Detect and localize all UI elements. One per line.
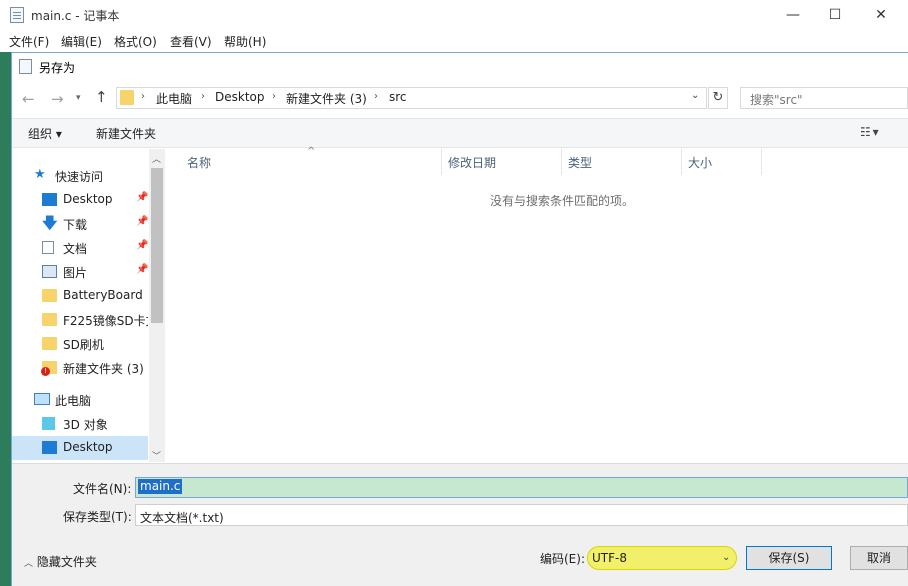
column-date-modified[interactable]: 修改日期	[448, 154, 496, 171]
notepad-icon	[10, 7, 24, 23]
folder-icon	[120, 90, 134, 105]
minimize-button[interactable]: —	[770, 0, 816, 30]
dialog-title: 另存为	[39, 61, 76, 75]
column-size[interactable]: 大小	[688, 154, 712, 171]
filename-label: 文件名(N):	[73, 482, 132, 496]
empty-message: 没有与搜索条件匹配的项。	[490, 194, 635, 208]
chevron-right-icon[interactable]: ›	[272, 91, 276, 102]
nav-this-pc[interactable]: 此电脑	[12, 388, 148, 412]
maximize-button[interactable]: ☐	[812, 0, 858, 30]
nav-label: 新建文件夹 (3)	[63, 362, 144, 376]
nav-label: BatteryBoard	[63, 288, 143, 302]
encoding-select[interactable]: UTF-8	[587, 546, 737, 570]
nav-label: Desktop	[63, 192, 113, 206]
pin-icon[interactable]: 📌	[136, 240, 148, 251]
nav-item-f225[interactable]: F225镜像SD卡文	[12, 308, 148, 332]
new-folder-button[interactable]: 新建文件夹	[96, 125, 156, 142]
scrollbar-thumb[interactable]	[151, 168, 163, 323]
breadcrumb-src[interactable]: src	[389, 90, 407, 104]
nav-label: 3D 对象	[63, 418, 108, 432]
nav-item-batteryboard[interactable]: BatteryBoard	[12, 284, 148, 308]
sort-caret-icon: ^	[307, 146, 316, 157]
notepad-text-area[interactable]	[0, 52, 11, 586]
nav-label: 快速访问	[55, 170, 104, 184]
pin-icon[interactable]: 📌	[136, 192, 148, 203]
search-input[interactable]: 搜索"src"	[740, 87, 908, 109]
folder-icon	[42, 289, 57, 302]
nav-item-3d-objects[interactable]: 3D 对象	[12, 412, 148, 436]
scroll-up-icon[interactable]: ︿	[152, 152, 161, 165]
nav-label: 此电脑	[55, 394, 92, 408]
folder-icon	[42, 337, 57, 350]
menu-file[interactable]: 文件(F)	[9, 33, 49, 50]
column-divider[interactable]	[561, 149, 562, 175]
nav-label: SD刷机	[63, 338, 104, 352]
filename-value[interactable]: main.c	[138, 479, 183, 494]
filetype-select[interactable]: 文本文档(*.txt)	[135, 504, 908, 526]
3d-objects-icon	[42, 417, 55, 430]
computer-icon	[34, 393, 50, 405]
desktop-icon	[42, 193, 57, 206]
organize-button[interactable]: 组织 ▾	[28, 125, 62, 142]
nav-item-desktop-pc[interactable]: Desktop	[12, 436, 148, 460]
hide-folders-label: 隐藏文件夹	[36, 555, 97, 569]
star-icon: ★	[34, 167, 46, 182]
hide-folders-button[interactable]: ︿ 隐藏文件夹	[24, 553, 97, 570]
back-arrow-icon[interactable]: ←	[22, 90, 35, 108]
chevron-down-icon[interactable]: ⌄	[722, 552, 730, 563]
nav-item-downloads[interactable]: 🡇 下载 📌	[12, 212, 148, 236]
menu-format[interactable]: 格式(O)	[114, 33, 157, 50]
encoding-label: 编码(E):	[540, 552, 585, 566]
cancel-button[interactable]: 取消	[850, 546, 908, 570]
download-icon: 🡇	[42, 214, 58, 232]
warning-icon: !	[41, 367, 50, 376]
column-divider[interactable]	[441, 149, 442, 175]
document-icon	[42, 241, 54, 254]
nav-quick-access[interactable]: ★ 快速访问	[12, 164, 148, 188]
view-options-icon[interactable]: ☷ ▾	[860, 125, 879, 139]
nav-label: Desktop	[63, 440, 113, 454]
nav-item-desktop[interactable]: Desktop 📌	[12, 188, 148, 212]
column-name[interactable]: 名称	[187, 154, 211, 171]
pin-icon[interactable]: 📌	[136, 264, 148, 275]
menu-view[interactable]: 查看(V)	[170, 33, 212, 50]
nav-item-sd-flash[interactable]: SD刷机	[12, 332, 148, 356]
menu-edit[interactable]: 编辑(E)	[61, 33, 102, 50]
chevron-right-icon[interactable]: ›	[201, 91, 205, 102]
column-type[interactable]: 类型	[568, 154, 592, 171]
pictures-icon	[42, 265, 57, 278]
scroll-down-icon[interactable]: ﹀	[152, 449, 161, 462]
nav-item-new-folder-3[interactable]: ! 新建文件夹 (3)	[12, 356, 148, 380]
menu-help[interactable]: 帮助(H)	[224, 33, 266, 50]
chevron-right-icon[interactable]: ›	[374, 91, 378, 102]
breadcrumb-this-pc[interactable]: 此电脑	[156, 90, 192, 107]
column-divider[interactable]	[681, 149, 682, 175]
notepad-title: main.c - 记事本	[31, 9, 120, 23]
nav-label: 下载	[63, 218, 88, 232]
nav-item-documents[interactable]: 文档 📌	[12, 236, 148, 260]
nav-label: 图片	[63, 266, 88, 280]
breadcrumb-new-folder-3[interactable]: 新建文件夹 (3)	[286, 90, 367, 107]
column-divider[interactable]	[761, 149, 762, 175]
breadcrumb-desktop[interactable]: Desktop	[215, 90, 265, 104]
up-arrow-icon[interactable]: ↑	[95, 88, 108, 106]
nav-label: 文档	[63, 242, 88, 256]
chevron-down-icon[interactable]: ⌄	[691, 90, 699, 101]
folder-icon	[42, 313, 57, 326]
chevron-right-icon[interactable]: ›	[141, 91, 145, 102]
filetype-label: 保存类型(T):	[63, 510, 132, 524]
filename-input[interactable]	[135, 477, 908, 498]
pin-icon[interactable]: 📌	[136, 216, 148, 227]
nav-label: F225镜像SD卡文	[63, 314, 148, 328]
save-button[interactable]: 保存(S)	[746, 546, 832, 570]
close-button[interactable]: ✕	[858, 0, 904, 30]
refresh-icon[interactable]: ↻	[708, 87, 728, 109]
nav-item-pictures[interactable]: 图片 📌	[12, 260, 148, 284]
desktop-icon	[42, 441, 57, 454]
dialog-icon	[19, 59, 32, 74]
forward-arrow-icon[interactable]: →	[51, 90, 64, 108]
chevron-up-icon: ︿	[24, 559, 34, 569]
